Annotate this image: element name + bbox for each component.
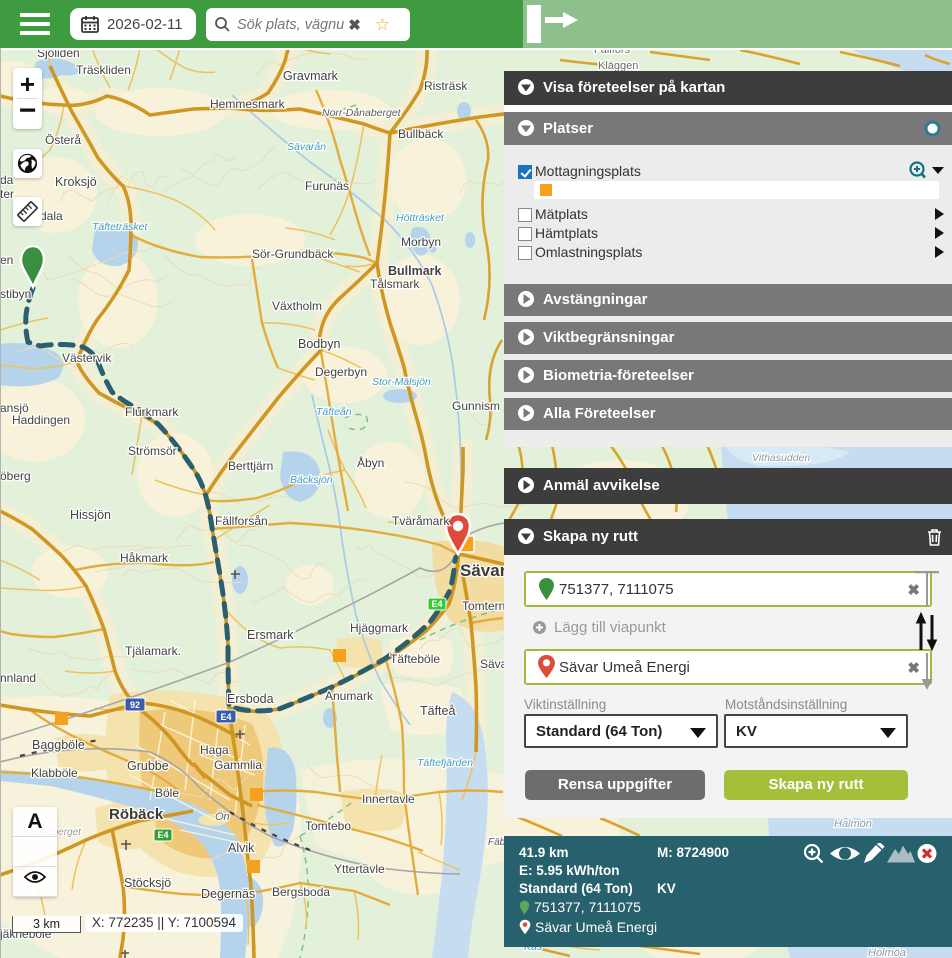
svg-text:E4: E4 — [220, 712, 231, 722]
svg-text:Grubbe: Grubbe — [127, 759, 169, 773]
svg-text:Berttjärn: Berttjärn — [228, 459, 273, 473]
svg-text:stibyn: stibyn — [0, 287, 31, 301]
svg-text:Baggböle: Baggböle — [32, 738, 85, 752]
svg-text:Täfteån: Täfteån — [316, 406, 352, 418]
svg-text:Bullmark: Bullmark — [388, 264, 442, 278]
svg-text:Ön: Ön — [215, 811, 230, 823]
svg-text:Sävar: Sävar — [460, 561, 507, 580]
svg-text:Holmöa: Holmöa — [868, 947, 906, 958]
svg-text:Åbyn: Åbyn — [357, 455, 384, 470]
svg-text:Halmön: Halmön — [834, 818, 872, 830]
svg-text:Stor-Mälsjön: Stor-Mälsjön — [372, 376, 431, 388]
svg-text:Hötträsket: Hötträsket — [396, 212, 445, 224]
svg-text:Sävarån: Sävarån — [287, 141, 326, 153]
svg-text:Innertavle: Innertavle — [362, 792, 415, 806]
svg-text:Ersmark: Ersmark — [247, 628, 294, 642]
svg-text:dala: dala — [40, 209, 63, 223]
svg-text:Gammlia: Gammlia — [214, 758, 262, 772]
svg-text:Hissjön: Hissjön — [70, 508, 111, 522]
svg-text:Bullbäck: Bullbäck — [398, 127, 444, 141]
svg-text:Täfteböle: Täfteböle — [390, 652, 440, 666]
svg-text:Risträsk: Risträsk — [424, 79, 468, 93]
svg-text:Tjälamark.: Tjälamark. — [125, 644, 181, 658]
svg-text:Ersboda: Ersboda — [227, 692, 274, 706]
svg-text:Degernäs: Degernäs — [201, 887, 255, 901]
svg-text:Håkmark: Håkmark — [120, 551, 169, 565]
svg-text:Degerbyn: Degerbyn — [315, 365, 367, 379]
svg-text:E4: E4 — [157, 830, 168, 840]
svg-text:Yttertavle: Yttertavle — [334, 862, 385, 876]
svg-text:nnland: nnland — [0, 671, 36, 685]
svg-text:Hjäggmark: Hjäggmark — [350, 621, 409, 635]
svg-text:Sör-Grundbäck: Sör-Grundbäck — [252, 247, 334, 261]
svg-text:Bergsboda: Bergsboda — [272, 885, 330, 899]
svg-text:Täftefjärden: Täftefjärden — [417, 757, 473, 769]
svg-text:Tväråmark: Tväråmark — [392, 514, 450, 528]
svg-text:Norr-Dånaberget: Norr-Dånaberget — [322, 107, 402, 119]
svg-text:Anumark: Anumark — [325, 689, 374, 703]
svg-text:Kroksjö: Kroksjö — [55, 175, 97, 189]
svg-text:Bodbyn: Bodbyn — [298, 337, 340, 351]
svg-text:Träskliden: Träskliden — [76, 63, 131, 77]
svg-text:Böle: Böle — [155, 786, 179, 800]
svg-text:Röbäck: Röbäck — [109, 806, 164, 823]
svg-text:Gunnism: Gunnism — [452, 399, 500, 413]
svg-text:öberg: öberg — [0, 469, 31, 483]
svg-text:Flurkmark: Flurkmark — [125, 405, 179, 419]
svg-text:E4: E4 — [431, 599, 442, 609]
svg-text:Gravmark: Gravmark — [283, 69, 339, 83]
svg-text:Fällforsån: Fällforsån — [215, 514, 268, 528]
svg-text:Vithasudden: Vithasudden — [752, 452, 810, 464]
svg-text:Västervik: Västervik — [62, 351, 112, 365]
svg-text:Stöcksjö: Stöcksjö — [124, 876, 171, 890]
svg-text:Täfteträsket: Täfteträsket — [92, 221, 149, 233]
svg-text:ter: ter — [0, 187, 14, 201]
svg-text:Täfteå: Täfteå — [420, 704, 455, 718]
svg-text:Tomtebo: Tomtebo — [305, 819, 351, 833]
svg-text:Bäcksjön: Bäcksjön — [290, 474, 333, 486]
svg-text:Haddingen: Haddingen — [12, 413, 70, 427]
svg-text:Furunäs: Furunäs — [305, 179, 349, 193]
svg-text:Österå: Österå — [45, 133, 81, 147]
svg-text:Morbyn: Morbyn — [401, 235, 441, 249]
svg-text:Hemmesmark: Hemmesmark — [210, 97, 286, 111]
svg-text:Tomtern: Tomtern — [462, 599, 505, 613]
svg-text:Tålsmark: Tålsmark — [370, 277, 420, 291]
svg-text:Klabböle: Klabböle — [31, 766, 78, 780]
svg-text:Växtholm: Växtholm — [272, 299, 322, 313]
svg-text:en: en — [0, 253, 13, 267]
svg-text:92: 92 — [130, 700, 140, 710]
svg-text:da: da — [0, 173, 14, 187]
svg-text:Haga: Haga — [200, 743, 229, 757]
svg-text:Alvik: Alvik — [228, 841, 255, 855]
svg-text:Strömsör: Strömsör — [128, 444, 177, 458]
